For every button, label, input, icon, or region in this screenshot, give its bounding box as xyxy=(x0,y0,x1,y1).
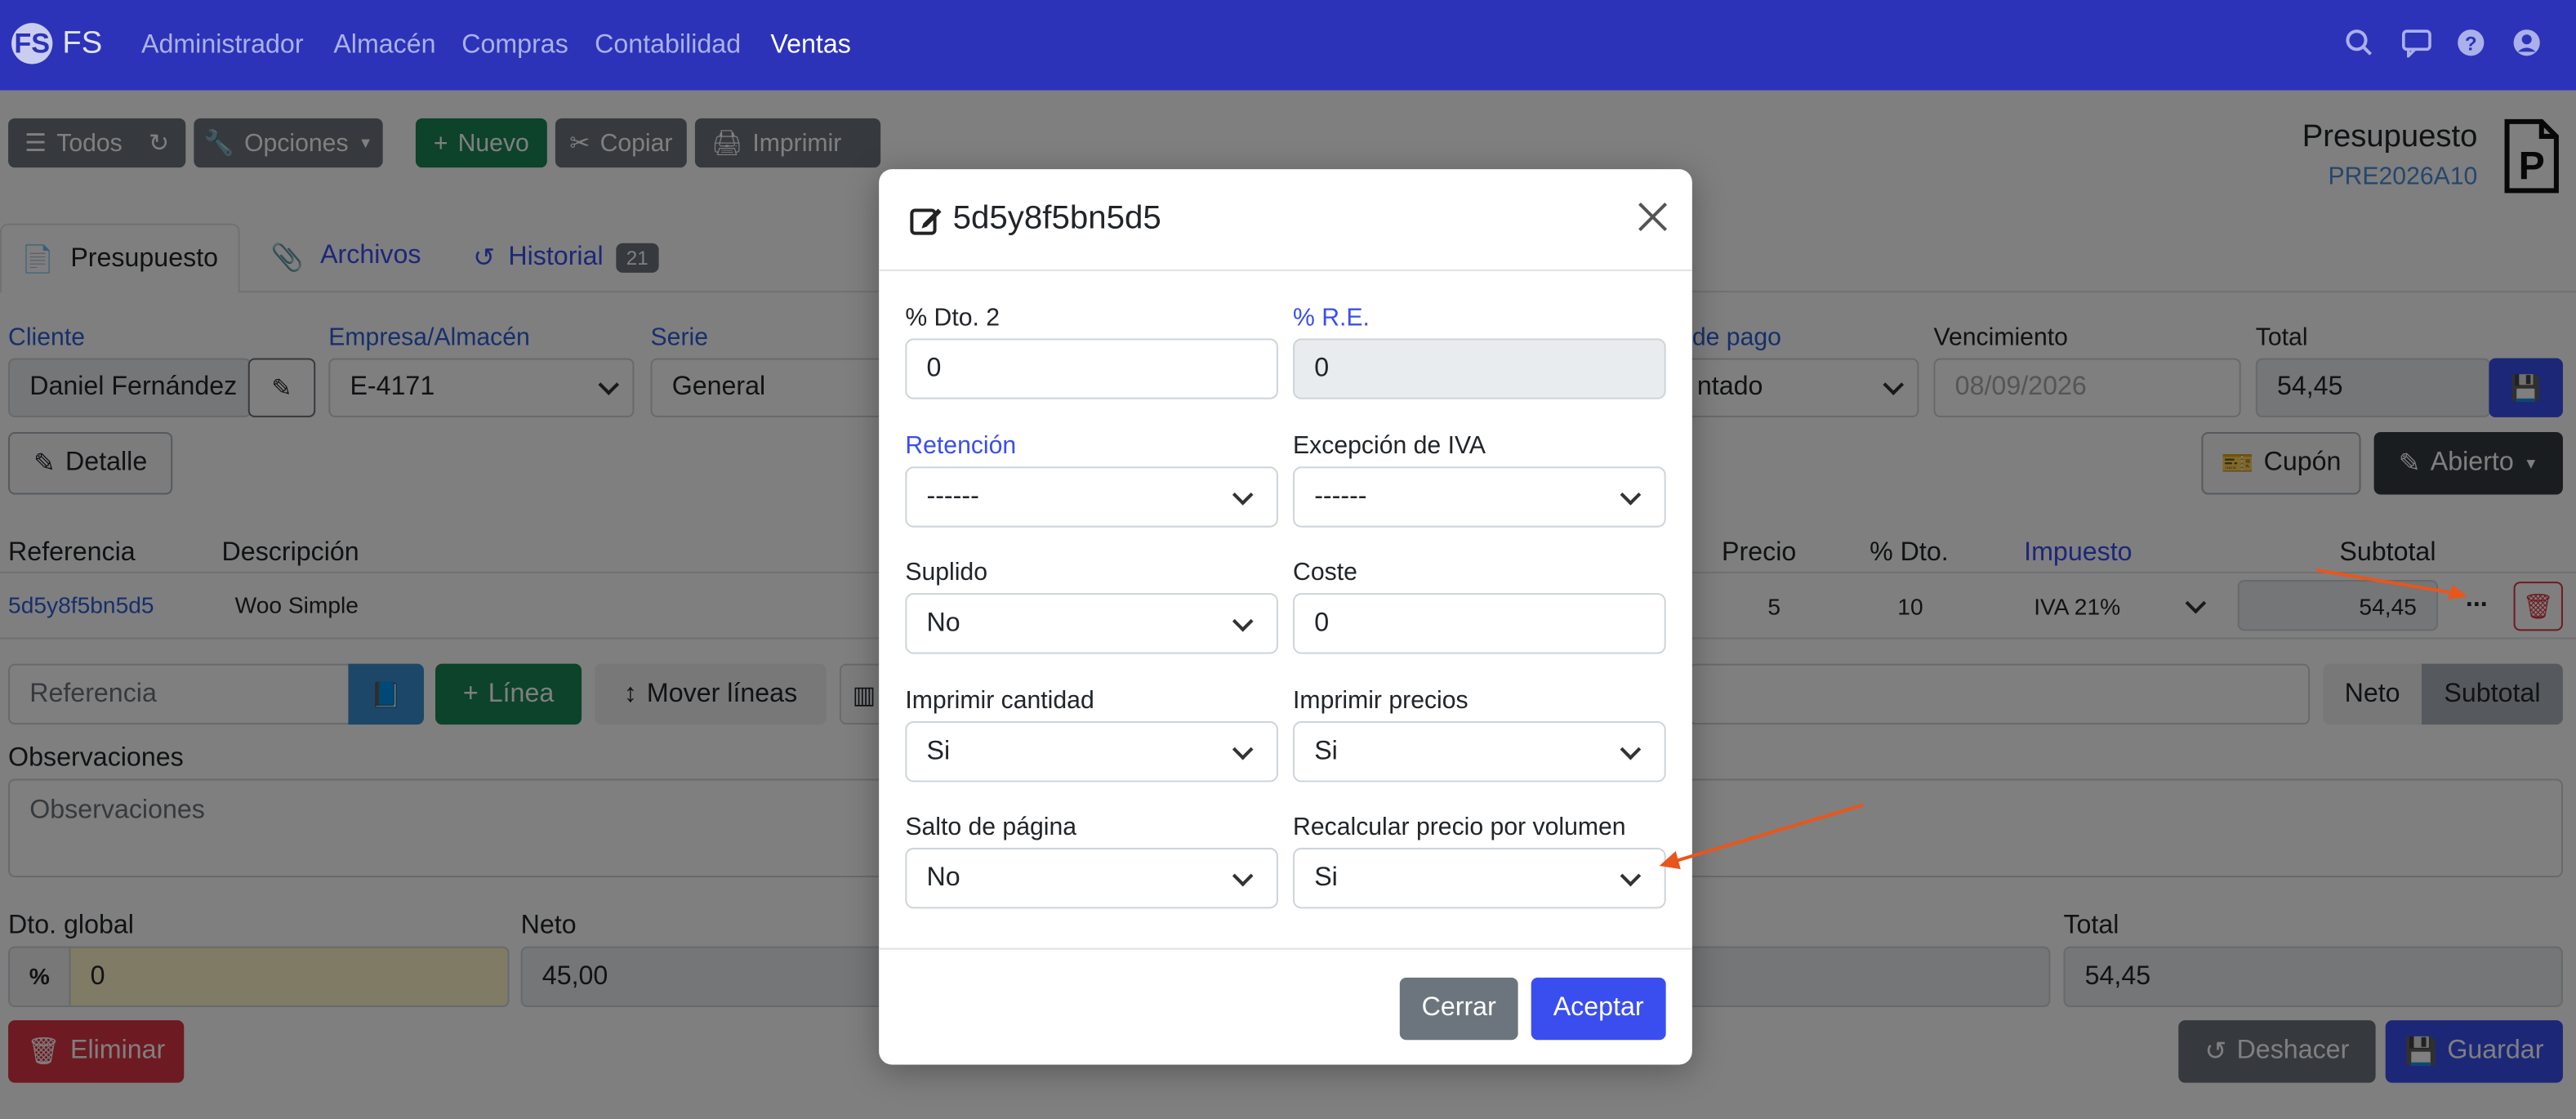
menu-compras[interactable]: Compras xyxy=(461,31,568,60)
coste-label: Coste xyxy=(1293,558,1357,587)
menu-contabilidad[interactable]: Contabilidad xyxy=(595,31,741,60)
re-input: 0 xyxy=(1293,338,1666,399)
chevron-down-icon xyxy=(1232,484,1254,505)
salto-pagina-value: No xyxy=(926,863,960,892)
salto-pagina-select[interactable]: No xyxy=(905,847,1278,909)
help-icon[interactable]: ? xyxy=(2456,28,2485,57)
imprimir-precios-value: Si xyxy=(1314,737,1338,765)
chat-icon[interactable] xyxy=(2400,28,2431,60)
brand-logo[interactable]: FS xyxy=(11,23,53,65)
chevron-down-icon xyxy=(1620,738,1642,760)
chevron-down-icon xyxy=(1232,864,1254,886)
line-edit-modal: 5d5y8f5bn5d5 % Dto. 2 0 % R.E. 0 Retenci… xyxy=(879,169,1692,1065)
menu-ventas[interactable]: Ventas xyxy=(770,31,850,60)
top-navbar: FS FS Administrador Almacén Compras Cont… xyxy=(0,0,2576,91)
retencion-select[interactable]: ------ xyxy=(905,466,1278,528)
excepcion-iva-label: Excepción de IVA xyxy=(1293,432,1486,461)
imprimir-precios-select[interactable]: Si xyxy=(1293,721,1666,782)
excepcion-iva-select[interactable]: ------ xyxy=(1293,466,1666,528)
recalcular-precio-value: Si xyxy=(1314,863,1338,892)
chevron-down-icon xyxy=(1232,609,1254,631)
dto2-label: % Dto. 2 xyxy=(905,304,1001,332)
close-icon[interactable] xyxy=(1634,198,1670,234)
modal-title: 5d5y8f5bn5d5 xyxy=(952,200,1161,237)
excepcion-iva-value: ------ xyxy=(1314,482,1367,510)
chevron-down-icon xyxy=(1620,864,1642,886)
recalcular-precio-label: Recalcular precio por volumen xyxy=(1293,813,1626,841)
user-icon[interactable] xyxy=(2512,28,2542,57)
menu-administrador[interactable]: Administrador xyxy=(141,31,304,60)
retencion-label[interactable]: Retención xyxy=(905,432,1016,460)
search-icon[interactable] xyxy=(2344,28,2373,57)
imprimir-cantidad-label: Imprimir cantidad xyxy=(905,686,1094,716)
recalcular-precio-select[interactable]: Si xyxy=(1293,847,1666,909)
imprimir-cantidad-select[interactable]: Si xyxy=(905,721,1278,782)
brand-name[interactable]: FS xyxy=(62,26,102,62)
dto2-input[interactable]: 0 xyxy=(905,338,1278,399)
chevron-down-icon xyxy=(1232,738,1254,760)
modal-header: 5d5y8f5bn5d5 xyxy=(879,169,1692,271)
coste-input[interactable]: 0 xyxy=(1293,593,1666,654)
imprimir-cantidad-value: Si xyxy=(926,737,951,765)
menu-almacen[interactable]: Almacén xyxy=(333,31,435,60)
salto-pagina-label: Salto de página xyxy=(905,813,1077,841)
cerrar-button[interactable]: Cerrar xyxy=(1399,977,1518,1041)
imprimir-precios-label: Imprimir precios xyxy=(1293,686,1468,716)
retencion-value: ------ xyxy=(926,482,979,510)
svg-text:?: ? xyxy=(2465,33,2477,55)
modal-footer: Cerrar Aceptar xyxy=(879,947,1692,1065)
edit-icon xyxy=(908,202,944,238)
chevron-down-icon xyxy=(1620,484,1642,505)
re-label[interactable]: % R.E. xyxy=(1293,304,1370,332)
suplido-value: No xyxy=(926,609,960,637)
suplido-label: Suplido xyxy=(905,558,988,587)
suplido-select[interactable]: No xyxy=(905,593,1278,654)
aceptar-button[interactable]: Aceptar xyxy=(1531,977,1666,1041)
